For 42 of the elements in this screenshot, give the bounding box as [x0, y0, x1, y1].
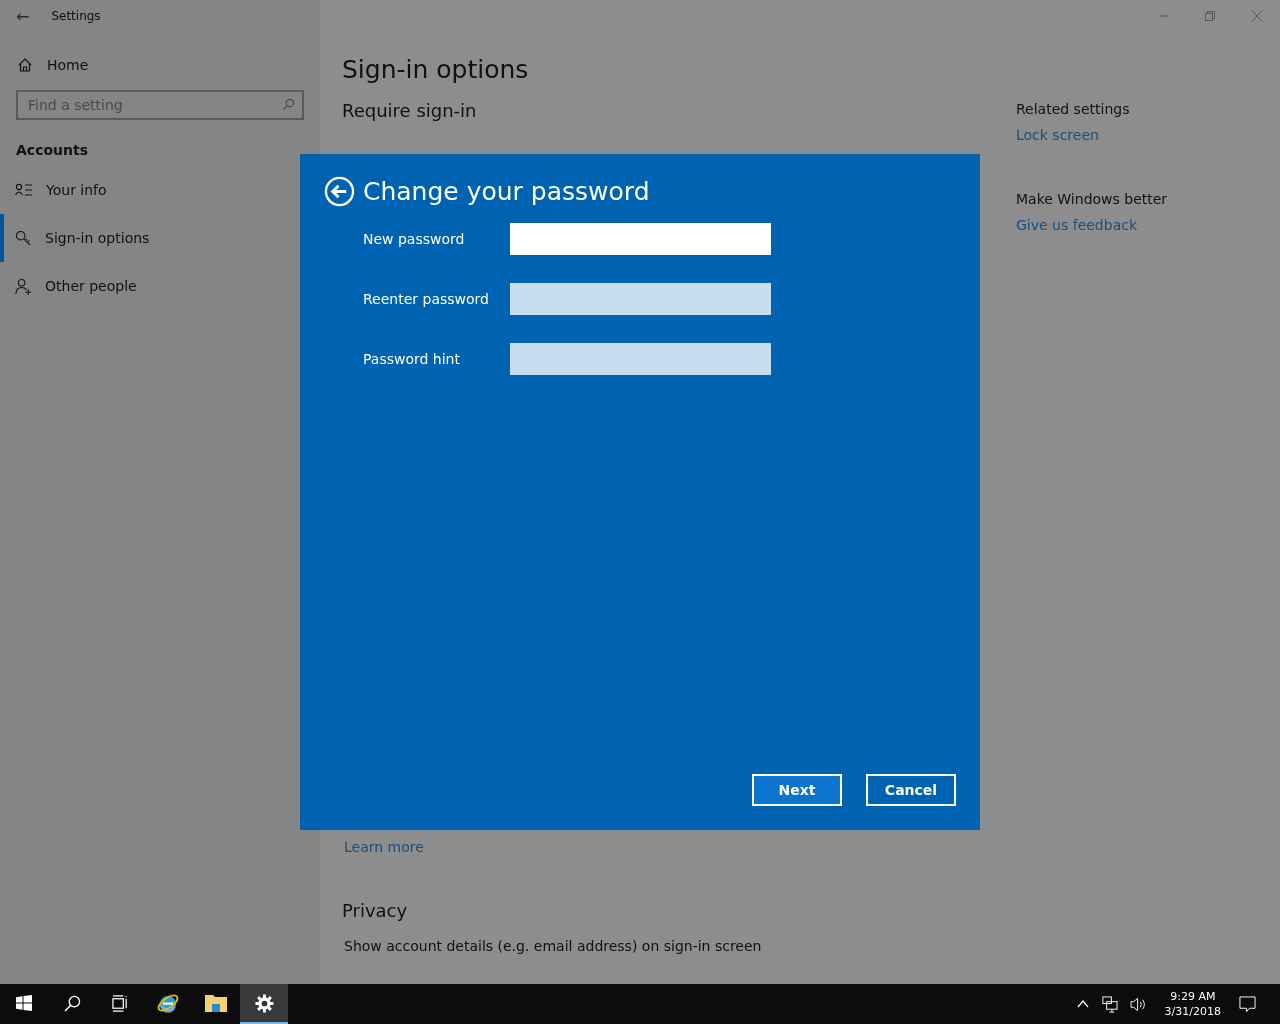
related-link[interactable]: Give us feedback [1016, 215, 1138, 235]
dialog-title: Change your password [363, 177, 650, 206]
search-icon [282, 98, 295, 111]
related-link[interactable]: Lock screen [1016, 125, 1099, 145]
search-field[interactable]: Find a setting [16, 90, 304, 120]
setting-description: Show account details (e.g. email address) on sign-in screen [344, 938, 763, 954]
task-view-icon [111, 994, 129, 1012]
home-icon [17, 57, 33, 73]
window-title: Settings [51, 9, 101, 23]
home-link[interactable]: Home [17, 55, 89, 75]
section-heading: Privacy [342, 899, 409, 923]
section-heading: Require sign-in [342, 99, 478, 123]
page-title: Sign-in options [342, 54, 530, 86]
network-icon[interactable] [1100, 995, 1118, 1013]
notification-icon[interactable] [1239, 995, 1256, 1013]
clock[interactable]: 9:29 AM 3/31/2018 [1158, 989, 1227, 1019]
field-label: Password hint [363, 351, 461, 367]
nav-item[interactable]: Your info [0, 166, 320, 214]
clock-time: 9:29 AM [1170, 989, 1216, 1004]
add-person-icon [15, 277, 32, 295]
related-heading: Related settings [1016, 101, 1130, 117]
password-field[interactable] [510, 223, 771, 255]
windows-logo-icon [16, 995, 32, 1011]
password-field[interactable] [510, 283, 771, 315]
key-icon [15, 229, 32, 247]
clock-date: 3/31/2018 [1164, 1004, 1221, 1019]
password-field[interactable] [510, 343, 771, 375]
contact-card-icon [15, 183, 33, 197]
search-icon [63, 994, 81, 1012]
folder-icon [204, 993, 228, 1013]
speaker-icon[interactable] [1129, 996, 1147, 1012]
section-heading: Accounts [16, 142, 89, 158]
cancel-button[interactable]: Cancel [866, 774, 956, 806]
related-heading: Make Windows better [1016, 191, 1168, 207]
learn-more-link[interactable]: Learn more [344, 837, 424, 857]
back-button[interactable]: ← [16, 6, 30, 26]
nav-item[interactable]: Other people [0, 262, 320, 310]
field-label: Reenter password [363, 291, 490, 307]
chevron-up-icon[interactable] [1076, 1000, 1089, 1008]
taskbar-button[interactable] [240, 984, 288, 1024]
next-button[interactable]: Next [752, 774, 842, 806]
field-label: New password [363, 231, 466, 247]
